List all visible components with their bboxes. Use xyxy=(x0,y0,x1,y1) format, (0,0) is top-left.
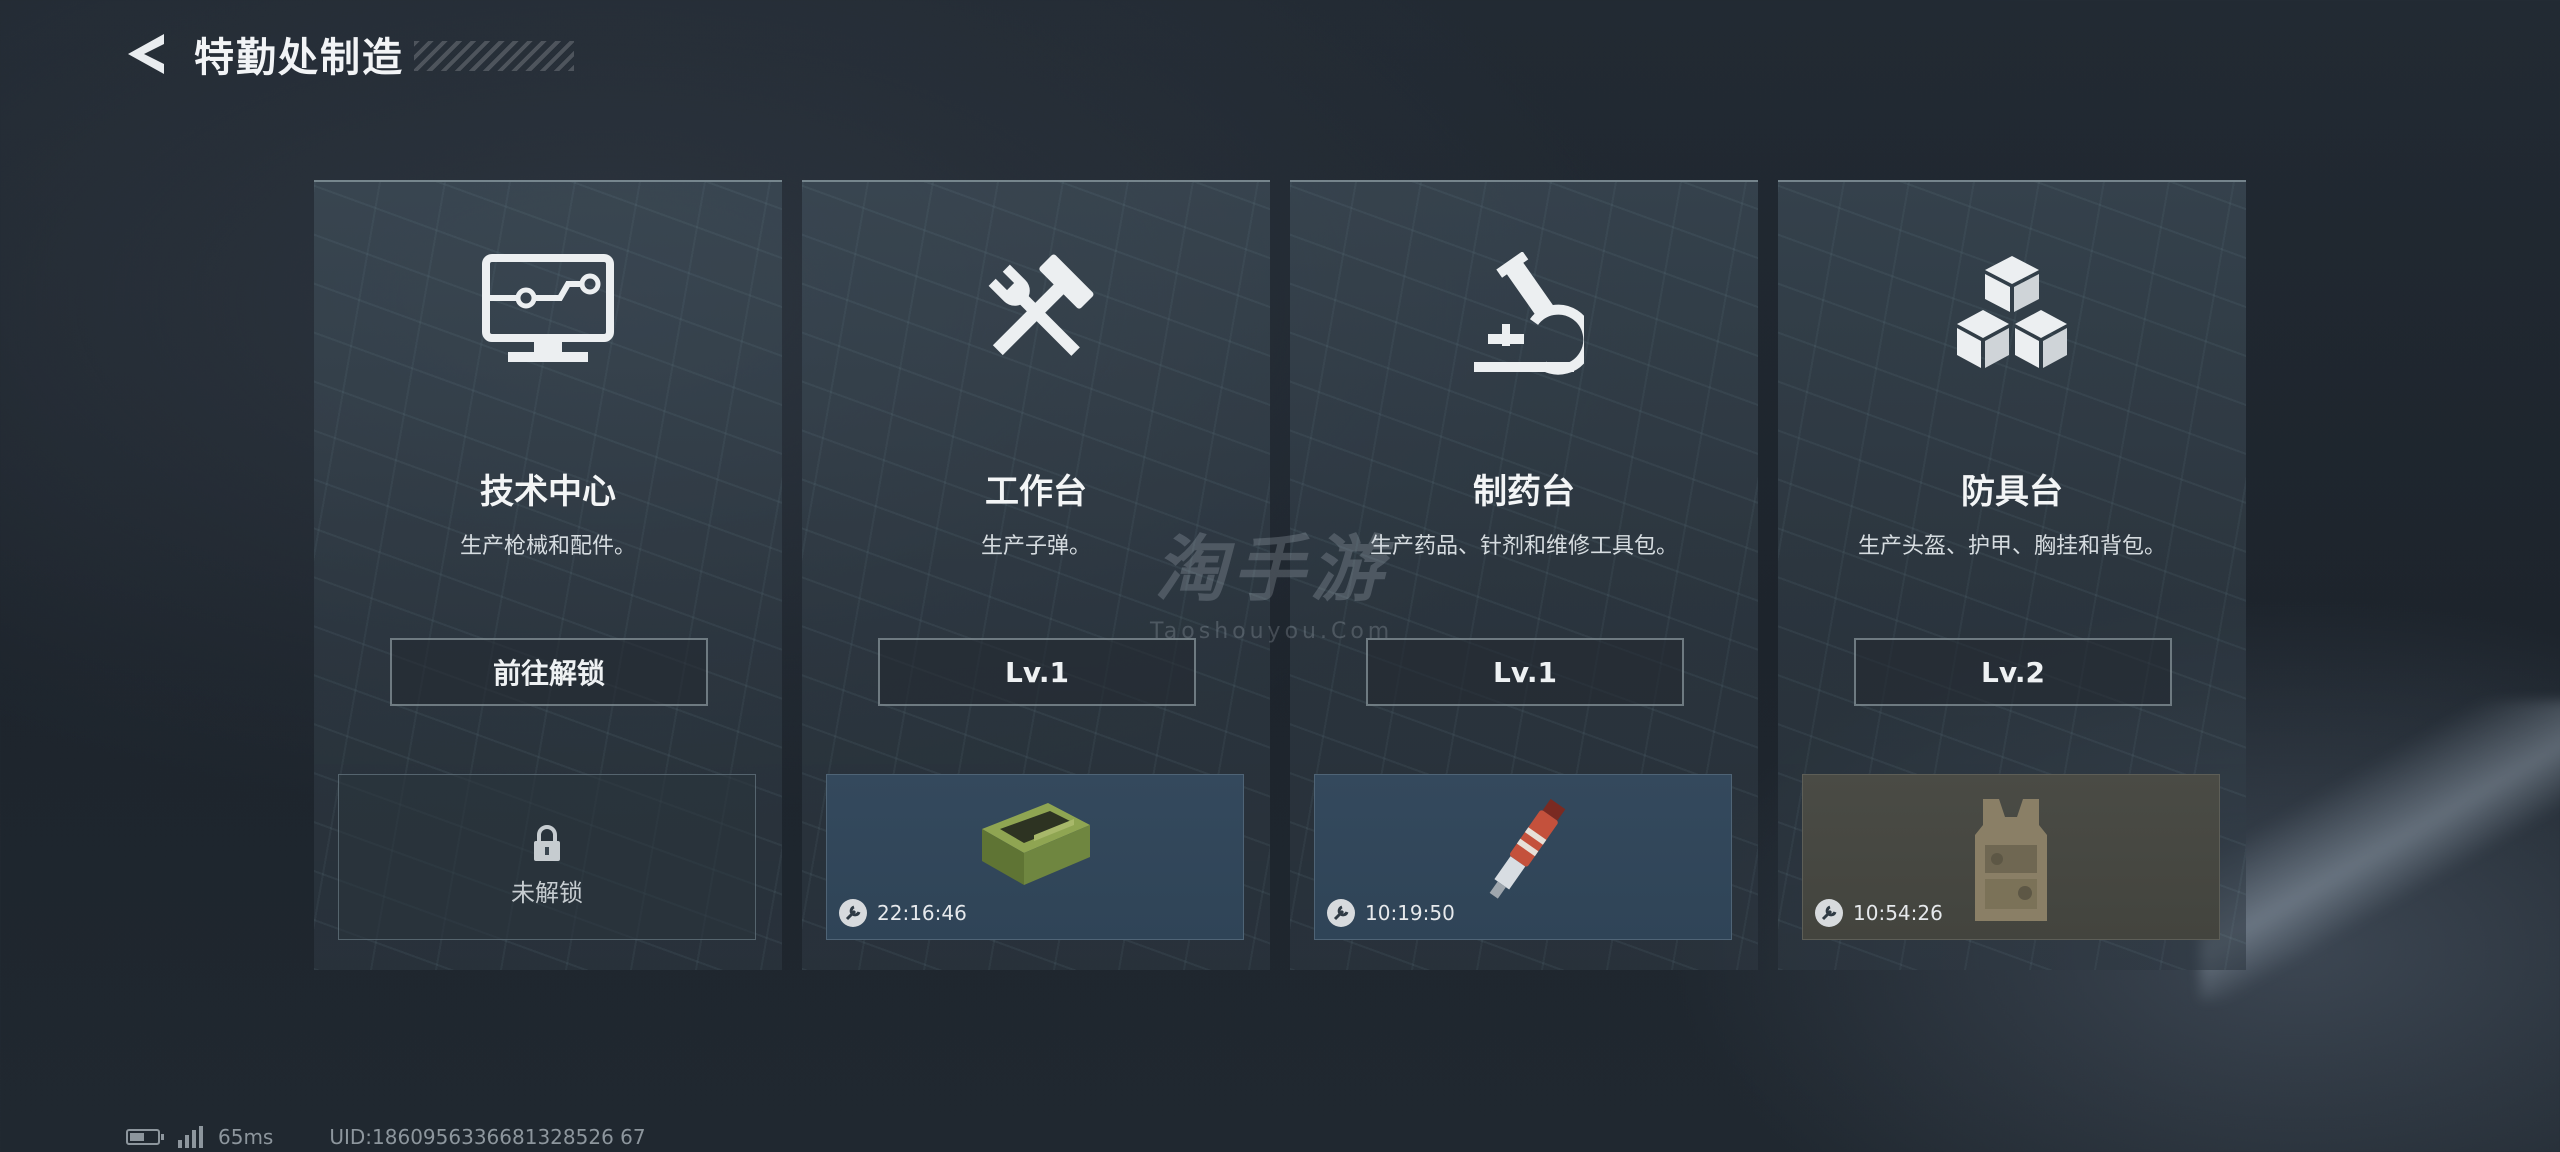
status-bar: 65ms UID:1860956336681328526 67 xyxy=(126,1124,646,1150)
page-header: 特勤处制造 xyxy=(124,26,574,82)
level-button[interactable]: Lv.1 xyxy=(1366,638,1684,706)
wrench-timer-icon xyxy=(1327,899,1355,927)
watermark: 淘手游 Taoshouyou.Com xyxy=(1150,510,1393,644)
page-title: 特勤处制造 xyxy=(194,35,404,81)
card-title: 技术中心 xyxy=(480,472,616,512)
locked-label: 未解锁 xyxy=(511,879,583,907)
vest-icon xyxy=(1975,799,2047,921)
cubes-icon xyxy=(1957,256,2067,368)
watermark-cn: 淘手游 xyxy=(1154,527,1389,611)
production-timer: 10:54:26 xyxy=(1853,901,1943,925)
level-button[interactable]: Lv.2 xyxy=(1854,638,2172,706)
unlock-button[interactable]: 前往解锁 xyxy=(390,638,708,706)
production-timer: 10:19:50 xyxy=(1365,901,1455,925)
card-title: 制药台 xyxy=(1473,472,1575,512)
microscope-icon xyxy=(1474,252,1584,375)
injector-icon xyxy=(1489,798,1566,899)
production-slot-locked: 未解锁 xyxy=(338,774,756,940)
back-button[interactable] xyxy=(124,26,174,82)
back-arrow-icon xyxy=(128,34,164,74)
level-button[interactable]: Lv.1 xyxy=(878,638,1196,706)
card-description: 生产头盔、护甲、胸挂和背包。 xyxy=(1857,534,2166,559)
card-title: 工作台 xyxy=(985,472,1087,512)
background-light-streak xyxy=(2200,700,2560,1000)
ammo-box-icon xyxy=(982,803,1090,885)
card-tech-center[interactable]: 技术中心 生产枪械和配件。 前往解锁 未解锁 xyxy=(314,180,782,970)
production-timer: 22:16:46 xyxy=(877,901,967,925)
production-slot[interactable]: 10:54:26 xyxy=(1802,774,2220,940)
card-armor-bench[interactable]: 防具台 生产头盔、护甲、胸挂和背包。 Lv.2 10:54:26 xyxy=(1778,180,2246,970)
production-slot[interactable]: 10:19:50 xyxy=(1314,774,1732,940)
wrench-timer-icon xyxy=(1815,899,1843,927)
card-description: 生产枪械和配件。 xyxy=(459,534,636,559)
watermark-en: Taoshouyou.Com xyxy=(1150,619,1394,644)
battery-icon xyxy=(126,1129,164,1145)
title-decoration xyxy=(414,41,574,71)
lock-icon xyxy=(534,825,560,861)
signal-icon xyxy=(178,1126,206,1148)
hammer-wrench-icon xyxy=(988,254,1094,356)
production-slot[interactable]: 22:16:46 xyxy=(826,774,1244,940)
monitor-icon xyxy=(482,254,614,362)
uid-label: UID:1860956336681328526 67 xyxy=(329,1125,646,1149)
card-title: 防具台 xyxy=(1961,472,2063,512)
wrench-timer-icon xyxy=(839,899,867,927)
ping-value: 65ms xyxy=(218,1125,274,1149)
